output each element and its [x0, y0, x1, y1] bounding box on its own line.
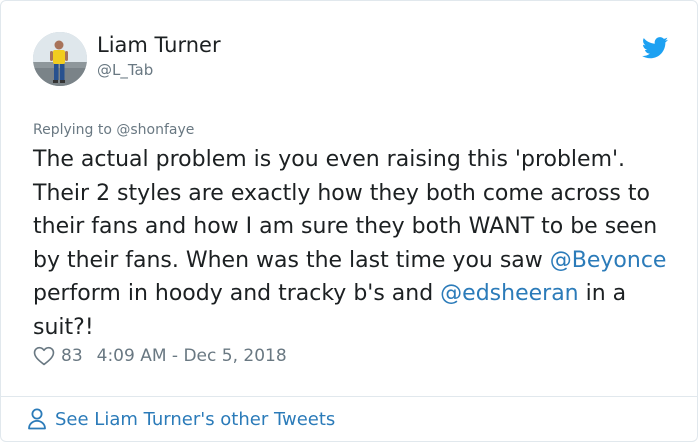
tweet-card: Liam Turner @L_Tab Replying to @shonfaye…	[0, 0, 698, 442]
avatar-photo	[33, 32, 87, 86]
replying-prefix: Replying to	[33, 122, 117, 138]
see-other-tweets-label: See Liam Turner's other Tweets	[55, 408, 336, 430]
avatar[interactable]	[33, 32, 87, 86]
like-count[interactable]: 83	[61, 346, 83, 366]
mention-beyonce[interactable]: @Beyonce	[550, 248, 667, 273]
tweet-text-part-2: perform in hoody and tracky b's and	[33, 281, 441, 306]
tweet-meta: 83 4:09 AM - Dec 5, 2018	[33, 344, 287, 368]
author-handle[interactable]: @L_Tab	[97, 60, 153, 80]
see-other-tweets-link[interactable]: See Liam Turner's other Tweets	[27, 406, 335, 432]
mention-edsheeran[interactable]: @edsheeran	[440, 281, 578, 306]
replying-handle[interactable]: @shonfaye	[116, 122, 194, 138]
tweet-timestamp[interactable]: 4:09 AM - Dec 5, 2018	[97, 346, 287, 366]
replying-to: Replying to @shonfaye	[33, 120, 194, 140]
person-outline-icon	[28, 408, 46, 430]
twitter-bird-icon[interactable]	[642, 37, 668, 59]
heart-outline-icon[interactable]	[33, 346, 55, 366]
tweet-text: The actual problem is you even raising t…	[33, 143, 673, 344]
author-name[interactable]: Liam Turner	[97, 32, 221, 58]
divider	[1, 396, 697, 397]
